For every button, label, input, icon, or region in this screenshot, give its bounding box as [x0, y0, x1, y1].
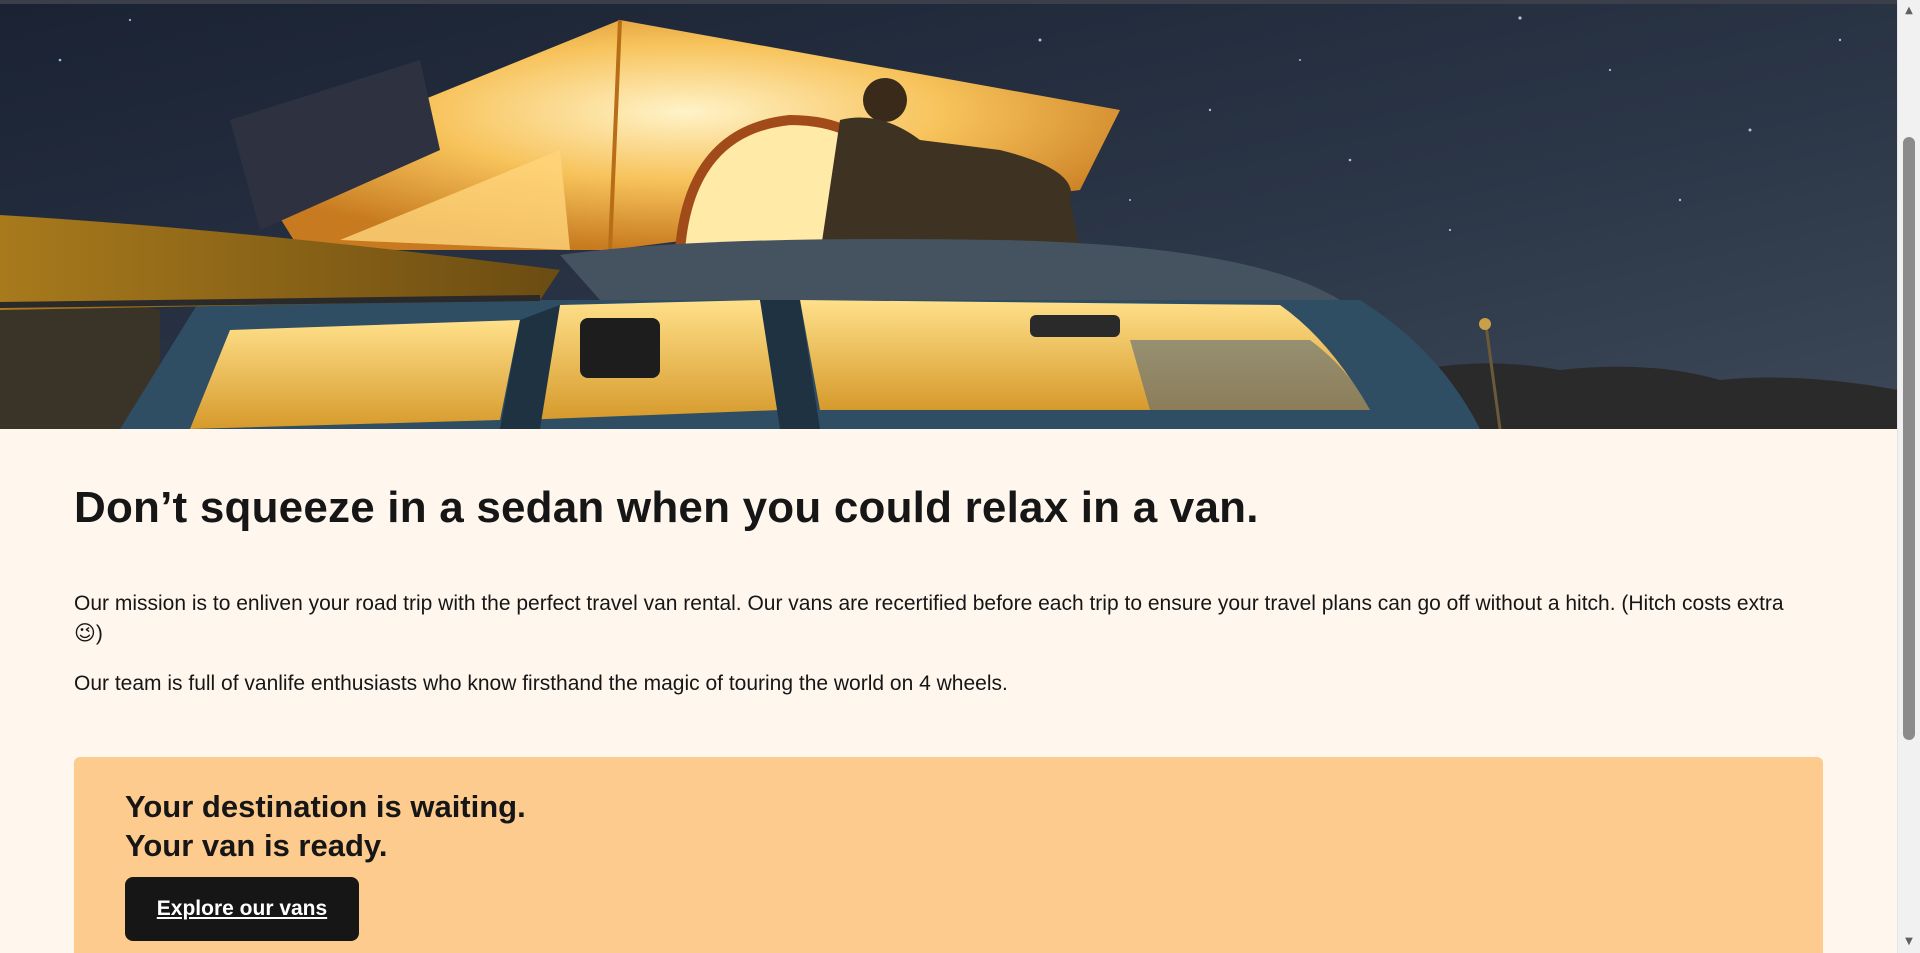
van-night-camping-image: [0, 0, 1898, 429]
vertical-scrollbar[interactable]: ▲ ▼: [1897, 0, 1920, 953]
cta-banner: Your destination is waiting. Your van is…: [74, 757, 1823, 953]
main-content: Don’t squeeze in a sedan when you could …: [74, 429, 1824, 699]
cta-line-2: Your van is ready.: [125, 828, 388, 863]
triangle-down-icon[interactable]: ▼: [1898, 933, 1920, 951]
scrollbar-thumb[interactable]: [1903, 137, 1915, 740]
hero-image: [0, 0, 1898, 429]
mission-paragraph: Our mission is to enliven your road trip…: [74, 591, 1784, 645]
triangle-up-icon[interactable]: ▲: [1898, 2, 1920, 20]
top-edge: [0, 0, 1898, 4]
explore-vans-button[interactable]: Explore our vans: [125, 877, 359, 941]
cta-line-1: Your destination is waiting.: [125, 789, 526, 824]
page: Don’t squeeze in a sedan when you could …: [0, 0, 1898, 953]
cta-title: Your destination is waiting. Your van is…: [125, 787, 526, 865]
team-paragraph: Our team is full of vanlife enthusiasts …: [74, 671, 1008, 695]
page-headline: Don’t squeeze in a sedan when you could …: [74, 483, 1259, 532]
